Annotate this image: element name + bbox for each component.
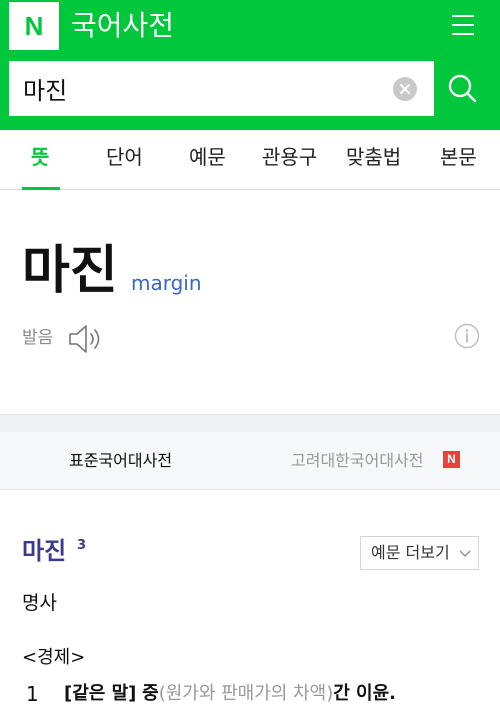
tab-spelling[interactable]: 맞춤법 — [346, 142, 401, 172]
dict-tab-korea-univ[interactable]: 고려대한국어대사전 — [291, 449, 423, 473]
new-badge: N — [443, 451, 460, 468]
speaker-icon[interactable] — [67, 323, 103, 355]
app-title[interactable]: 국어사전 — [71, 6, 174, 46]
definition-text: [같은 말] 중(원가와 판매가의 차액)간 이윤. — [64, 680, 396, 705]
word-origin: margin — [131, 271, 202, 295]
clear-x-glyph — [400, 84, 410, 94]
naver-logo[interactable]: N — [9, 2, 59, 50]
hamburger-icon[interactable] — [450, 12, 478, 38]
speaker-glyph — [69, 325, 100, 353]
tab-idioms[interactable]: 관용구 — [262, 142, 317, 172]
app-header: N 국어사전 — [0, 0, 500, 130]
info-glyph — [454, 323, 480, 349]
pronunciation-label: 발음 — [22, 328, 54, 348]
search-input[interactable] — [9, 61, 379, 116]
tab-meaning[interactable]: 뜻 — [31, 142, 49, 172]
tab-text[interactable]: 본문 — [440, 142, 477, 172]
tab-examples[interactable]: 예문 — [189, 142, 226, 172]
dictionary-tabs: 표준국어대사전 고려대한국어대사전 — [0, 432, 500, 490]
active-tab-indicator — [22, 187, 60, 190]
headword: 마진 — [22, 241, 118, 301]
definition-rest: 간 이윤. — [333, 683, 397, 704]
part-of-speech: 명사 — [22, 592, 57, 614]
dict-tab-standard[interactable]: 표준국어대사전 — [69, 449, 172, 473]
search-button[interactable] — [434, 61, 491, 116]
synonym-tag: [같은 말] — [64, 683, 137, 704]
more-examples-button[interactable]: 예문 더보기 — [360, 536, 479, 570]
field-label: <경제> — [22, 647, 86, 668]
synonym-link[interactable]: 중 — [142, 683, 159, 704]
chevron-down-icon — [459, 550, 471, 557]
search-icon — [448, 74, 477, 103]
close-icon[interactable] — [393, 77, 417, 101]
homonym-number: 3 — [77, 538, 87, 553]
definition-number: 1 — [26, 682, 39, 705]
more-examples-label: 예문 더보기 — [371, 543, 450, 562]
synonym-gloss: (원가와 판매가의 차액) — [158, 683, 334, 704]
info-icon[interactable] — [454, 323, 480, 349]
section-tabs: 뜻 단어 예문 관용구 맞춤법 본문 — [0, 130, 500, 190]
search-box — [9, 61, 434, 116]
tab-words[interactable]: 단어 — [106, 142, 143, 172]
entry-word[interactable]: 마진 — [22, 535, 66, 567]
section-divider — [0, 414, 500, 432]
